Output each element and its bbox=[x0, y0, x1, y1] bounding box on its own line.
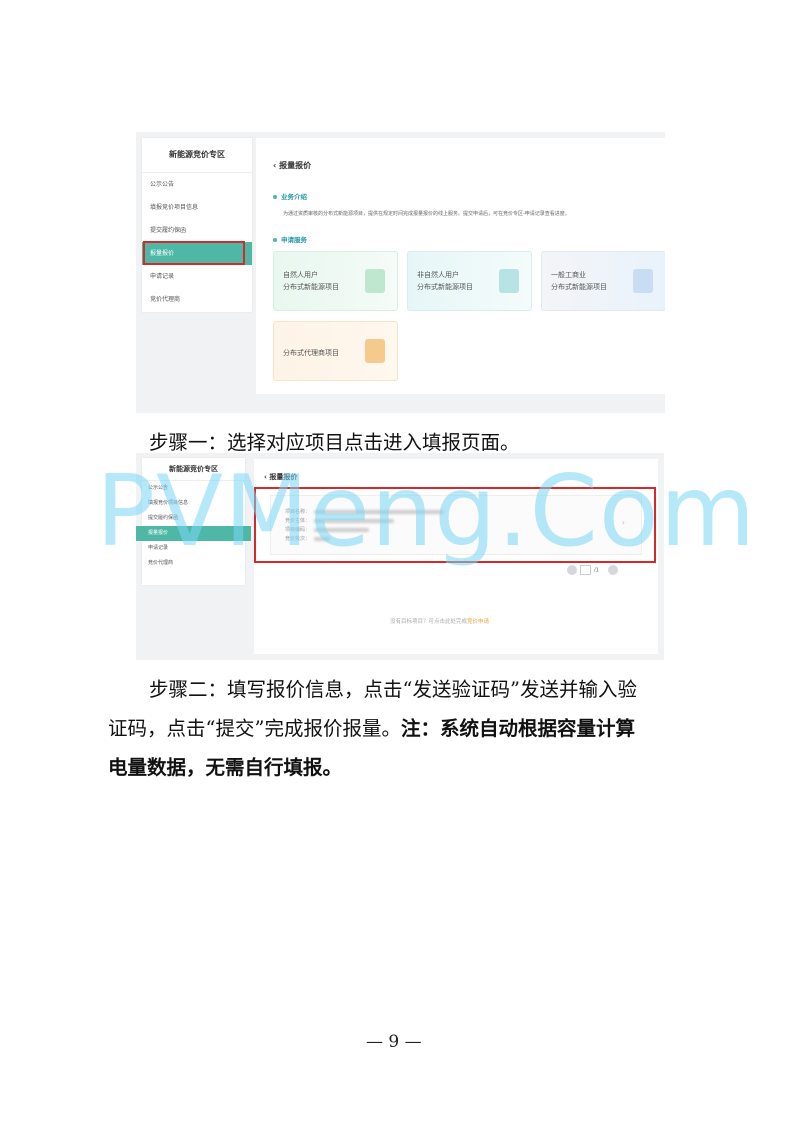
card-line1: 一般工商业 bbox=[551, 271, 586, 279]
bullet-dot-icon bbox=[273, 238, 277, 242]
back-link[interactable]: ‹ 报量报价 bbox=[264, 472, 297, 482]
project-field: 竞价主体： bbox=[285, 517, 395, 524]
next-page-button[interactable] bbox=[608, 565, 619, 575]
sidebar-item-records[interactable]: 申请记录 bbox=[142, 541, 245, 556]
bullet-dot-icon bbox=[273, 195, 277, 199]
sidebar: 新能源竞价专区 公示公告 填报竞价项目信息 提交履约保函 报量报价 申请记录 竞… bbox=[142, 138, 252, 312]
step2-line1: 步骤二：填写报价信息，点击“发送验证码”发送并输入验 bbox=[149, 678, 637, 701]
sidebar-item-agent[interactable]: 竞价代理商 bbox=[142, 288, 252, 311]
sidebar-item-guarantee[interactable]: 提交履约保函 bbox=[142, 511, 245, 526]
project-card[interactable]: 项目名称： 竞价主体： 项目编码： 竞价批次： › bbox=[270, 495, 642, 555]
screenshot-service-list: 新能源竞价专区 公示公告 填报竞价项目信息 提交履约保函 报量报价 申请记录 竞… bbox=[136, 132, 665, 413]
sidebar-item-agent[interactable]: 竞价代理商 bbox=[142, 556, 245, 571]
intro-heading: 业务介绍 bbox=[273, 191, 307, 201]
document-icon bbox=[499, 269, 519, 293]
service-card-non-natural-person[interactable]: 非自然人用户 分布式新能源项目 bbox=[407, 251, 532, 311]
sidebar-item-fill-project[interactable]: 填报竞价项目信息 bbox=[142, 196, 252, 219]
sidebar-item-quote[interactable]: 报量报价 bbox=[136, 526, 251, 541]
sidebar: 新能源竞价专区 公示公告 填报竞价项目信息 提交履约保函 报量报价 申请记录 竞… bbox=[136, 458, 251, 585]
service-card-agent[interactable]: 分布式代理商项目 bbox=[273, 321, 398, 381]
note-bold: 电量数据，无需自行填报。 bbox=[108, 756, 343, 779]
service-card-commercial[interactable]: 一般工商业 分布式新能源项目 bbox=[541, 251, 665, 311]
empty-tip: 没有目标项目？可点击此处完成竞价申请 bbox=[390, 619, 490, 625]
sidebar-item-guarantee[interactable]: 提交履约保函 bbox=[142, 219, 252, 242]
step2-line3: 电量数据，无需自行填报。 bbox=[108, 751, 342, 780]
main-panel: ‹ 报量报价 业务介绍 为通过资质审核的分布式新能源项目，提供在规定时间完成报量… bbox=[256, 138, 665, 394]
person-card-icon bbox=[365, 269, 385, 293]
pagination: /1 bbox=[567, 565, 619, 575]
card-line1: 自然人用户 bbox=[283, 271, 318, 279]
service-card-natural-person[interactable]: 自然人用户 分布式新能源项目 bbox=[273, 251, 398, 311]
main-panel: ‹ 报量报价 项目名称： 竞价主体： 项目编码： 竞价批次： › /1 没有目标… bbox=[254, 459, 658, 654]
sidebar-title: 新能源竞价专区 bbox=[142, 458, 245, 481]
prev-page-button[interactable] bbox=[567, 565, 577, 575]
page-title: 报量报价 bbox=[269, 473, 298, 481]
project-field: 项目编码： bbox=[285, 526, 370, 533]
page-title: 报量报价 bbox=[279, 161, 312, 170]
project-field: 项目名称： bbox=[285, 508, 445, 515]
page-total: /1 bbox=[594, 567, 599, 574]
card-line1: 分布式代理商项目 bbox=[283, 349, 339, 357]
project-field: 竞价批次： bbox=[285, 535, 331, 542]
step2-line2: 证码，点击“提交”完成报价报量。注：系统自动根据容量计算 bbox=[108, 717, 635, 740]
sidebar-item-notice[interactable]: 公示公告 bbox=[142, 481, 245, 496]
factory-icon bbox=[633, 269, 653, 293]
sidebar-item-fill-project[interactable]: 填报竞价项目信息 bbox=[142, 496, 245, 511]
back-link[interactable]: ‹ 报量报价 bbox=[273, 160, 311, 171]
sidebar-item-records[interactable]: 申请记录 bbox=[142, 265, 252, 288]
folder-icon bbox=[365, 339, 385, 363]
page-number: — 9 — bbox=[366, 1032, 422, 1052]
note-bold: 注：系统自动根据容量计算 bbox=[400, 717, 635, 740]
card-line2: 分布式新能源项目 bbox=[417, 283, 473, 291]
intro-text: 为通过资质审核的分布式新能源项目，提供在规定时间完成报量报价的线上服务。提交申请… bbox=[283, 211, 570, 217]
apply-link[interactable]: 竞价申请 bbox=[467, 619, 489, 625]
sidebar-item-quote[interactable]: 报量报价 bbox=[142, 242, 252, 265]
chevron-right-icon: › bbox=[621, 518, 625, 527]
page-input[interactable] bbox=[580, 565, 591, 575]
card-line2: 分布式新能源项目 bbox=[283, 283, 339, 291]
services-heading: 申请服务 bbox=[273, 234, 307, 244]
card-line1: 非自然人用户 bbox=[417, 271, 459, 279]
card-line2: 分布式新能源项目 bbox=[551, 283, 607, 291]
sidebar-title: 新能源竞价专区 bbox=[142, 138, 252, 173]
screenshot-project-list: 新能源竞价专区 公示公告 填报竞价项目信息 提交履约保函 报量报价 申请记录 竞… bbox=[136, 453, 664, 660]
step1-text: 步骤一：选择对应项目点击进入填报页面。 bbox=[149, 431, 520, 454]
sidebar-item-notice[interactable]: 公示公告 bbox=[142, 173, 252, 196]
